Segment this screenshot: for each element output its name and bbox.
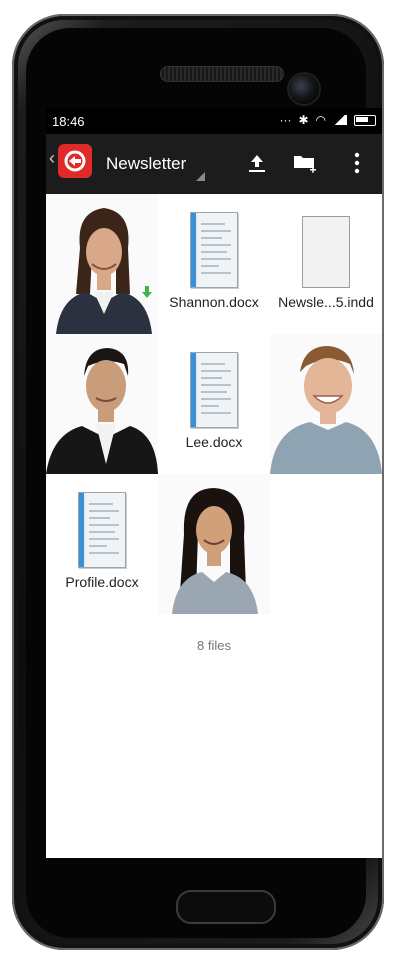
signal-icon [333,115,347,125]
back-chevron-icon[interactable]: ‹ [49,148,55,169]
woman-long-dark-hair-photo [158,474,270,614]
file-name: Newsle...5.indd [278,294,374,310]
status-icons: ··· ✱ ◠ [279,113,376,127]
folder-title[interactable]: Newsletter [106,154,186,174]
file-tile-docx[interactable]: Shannon.docx [158,194,270,334]
file-name: Profile.docx [65,574,139,590]
man-suit-photo [46,334,158,474]
file-tile-photo[interactable] [270,334,382,474]
file-tile-photo[interactable] [158,474,270,614]
file-count: 8 files [197,638,231,653]
docx-file-icon [78,492,126,568]
overflow-menu-icon[interactable] [342,148,372,178]
indd-file-icon [302,216,350,288]
woman-brown-hair-photo [46,194,158,334]
battery-icon [354,114,376,126]
docx-file-icon [190,212,238,288]
more-dots-icon: ··· [279,113,292,127]
upload-icon[interactable] [242,148,272,178]
docx-file-icon [190,352,238,428]
file-name: Lee.docx [185,434,243,450]
file-tile-photo[interactable] [46,334,158,474]
front-camera [289,74,319,104]
app-logo-glyph [64,150,86,172]
file-tile-docx[interactable]: Lee.docx [158,334,270,474]
new-folder-icon[interactable] [290,148,320,178]
file-tile-indd[interactable]: Newsle...5.indd [270,194,382,334]
dropdown-corner-icon[interactable] [196,172,205,181]
file-tile-docx[interactable]: Profile.docx [46,474,158,614]
status-time: 18:46 [52,114,85,129]
phone-screen: 18:46 ··· ✱ ◠ ‹ Newsletter Shannon.docx … [46,108,382,858]
file-tile-photo[interactable] [46,194,158,334]
home-button[interactable] [176,890,276,924]
earpiece-speaker [160,66,284,82]
wifi-icon: ◠ [315,113,326,127]
download-arrow-icon [142,286,152,298]
bluetooth-icon: ✱ [298,113,309,127]
status-bar: 18:46 ··· ✱ ◠ [46,108,382,134]
file-name: Shannon.docx [169,294,259,310]
man-blonde-photo [270,334,382,474]
app-bar: ‹ Newsletter [46,134,382,194]
app-logo-icon[interactable] [58,144,92,178]
